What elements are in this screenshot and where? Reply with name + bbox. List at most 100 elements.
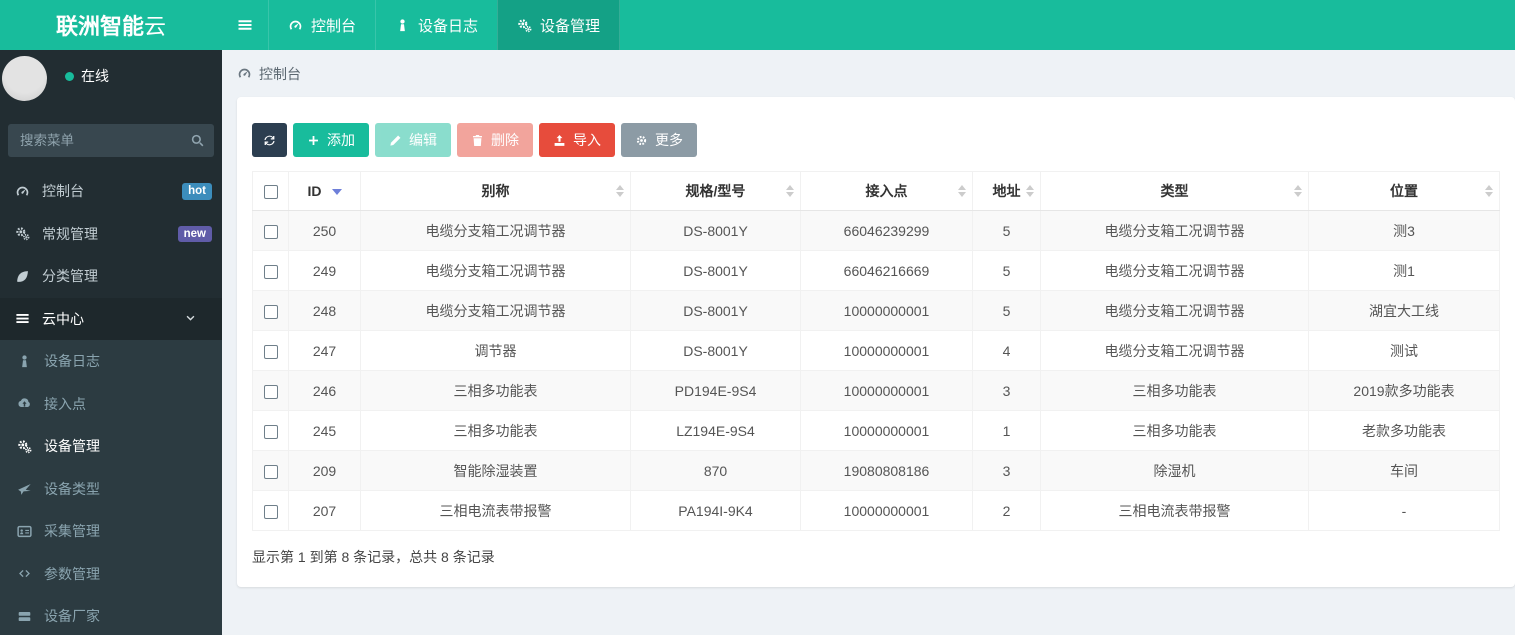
sidebar: 在线 控制台hot常规管理new分类管理云中心设备日志接入点设备管理设备类型采集… [0, 50, 222, 635]
sidebar-item-general-management[interactable]: 常规管理new [0, 213, 222, 256]
column-header-select[interactable] [253, 172, 289, 211]
plus-icon [307, 134, 320, 147]
pencil-icon [389, 134, 402, 147]
breadcrumb-label[interactable]: 控制台 [259, 64, 301, 84]
more-button[interactable]: 更多 [621, 123, 697, 157]
table-row[interactable]: 248电缆分支箱工况调节器DS-8001Y100000000015电缆分支箱工况… [253, 291, 1500, 331]
cell-id: 209 [289, 451, 361, 491]
cell-model: DS-8001Y [631, 251, 801, 291]
sidebar-item-category-management[interactable]: 分类管理 [0, 255, 222, 298]
table-row[interactable]: 249电缆分支箱工况调节器DS-8001Y660462166695电缆分支箱工况… [253, 251, 1500, 291]
row-checkbox[interactable] [264, 425, 278, 439]
sidebar-item-device-management[interactable]: 设备管理 [0, 425, 222, 468]
sidebar-menu: 控制台hot常规管理new分类管理云中心设备日志接入点设备管理设备类型采集管理参… [0, 170, 222, 635]
row-checkbox[interactable] [264, 305, 278, 319]
add-button-label: 添加 [327, 130, 355, 150]
topnav-item-label: 设备管理 [540, 15, 600, 36]
column-header-alias[interactable]: 别称 [361, 172, 631, 211]
sidebar-item-dashboard[interactable]: 控制台hot [0, 170, 222, 213]
upload-icon [553, 134, 566, 147]
cell-access-point: 10000000001 [801, 491, 973, 531]
refresh-button[interactable] [252, 123, 287, 157]
sidebar-item-label: 设备厂家 [44, 606, 100, 626]
table-row[interactable]: 246三相多功能表PD194E-9S4100000000013三相多功能表201… [253, 371, 1500, 411]
table-row[interactable]: 209智能除湿装置870190808081863除湿机车间 [253, 451, 1500, 491]
row-checkbox[interactable] [264, 265, 278, 279]
topnav-item-device-log[interactable]: 设备日志 [375, 0, 497, 50]
sidebar-item-device-type[interactable]: 设备类型 [0, 468, 222, 511]
sort-icon [1485, 185, 1493, 197]
import-button[interactable]: 导入 [539, 123, 615, 157]
cell-select [253, 291, 289, 331]
cell-location: 测试 [1309, 331, 1500, 371]
column-header-label: 规格/型号 [686, 183, 746, 199]
cell-type: 除湿机 [1041, 451, 1309, 491]
server-icon [14, 609, 35, 624]
add-button[interactable]: 添加 [293, 123, 369, 157]
select-all-checkbox[interactable] [264, 185, 278, 199]
cell-alias: 调节器 [361, 331, 631, 371]
cell-access-point: 10000000001 [801, 331, 973, 371]
column-header-type[interactable]: 类型 [1041, 172, 1309, 211]
column-header-label: 别称 [482, 183, 510, 199]
cell-type: 电缆分支箱工况调节器 [1041, 251, 1309, 291]
row-checkbox[interactable] [264, 385, 278, 399]
search-input[interactable] [8, 124, 214, 157]
person-icon [395, 18, 410, 33]
cell-type: 三相多功能表 [1041, 371, 1309, 411]
row-checkbox[interactable] [264, 225, 278, 239]
leaf-icon [12, 269, 33, 284]
sidebar-item-cloud-center[interactable]: 云中心 [0, 298, 222, 341]
sidebar-item-parameter-management[interactable]: 参数管理 [0, 553, 222, 596]
column-header-access-point[interactable]: 接入点 [801, 172, 973, 211]
cell-address: 1 [973, 411, 1041, 451]
cell-address: 2 [973, 491, 1041, 531]
cell-select [253, 491, 289, 531]
cell-location: 老款多功能表 [1309, 411, 1500, 451]
avatar [2, 56, 47, 101]
gauge-icon [288, 18, 303, 33]
cell-access-point: 10000000001 [801, 371, 973, 411]
row-checkbox[interactable] [264, 465, 278, 479]
cell-alias: 智能除湿装置 [361, 451, 631, 491]
code-icon [14, 566, 35, 581]
cell-location: 湖宜大工线 [1309, 291, 1500, 331]
sidebar-item-label: 常规管理 [42, 224, 98, 244]
cell-model: DS-8001Y [631, 331, 801, 371]
cell-type: 电缆分支箱工况调节器 [1041, 331, 1309, 371]
table-row[interactable]: 245三相多功能表LZ194E-9S4100000000011三相多功能表老款多… [253, 411, 1500, 451]
cell-access-point: 19080808186 [801, 451, 973, 491]
row-checkbox[interactable] [264, 505, 278, 519]
column-header-address[interactable]: 地址 [973, 172, 1041, 211]
column-header-model[interactable]: 规格/型号 [631, 172, 801, 211]
table-row[interactable]: 250电缆分支箱工况调节器DS-8001Y660462392995电缆分支箱工况… [253, 211, 1500, 251]
sidebar-item-device-log[interactable]: 设备日志 [0, 340, 222, 383]
column-header-location[interactable]: 位置 [1309, 172, 1500, 211]
sidebar-toggle-button[interactable] [222, 0, 268, 50]
device-table: ID 别称 规格/型号 接入点地址类型位置 250电缆分支箱工况调节器DS-8001Y… [252, 171, 1500, 531]
sidebar-item-label: 设备日志 [44, 351, 100, 371]
submenu-cloud-center: 设备日志接入点设备管理设备类型采集管理参数管理设备厂家 [0, 340, 222, 635]
records-summary: 显示第 1 到第 8 条记录，总共 8 条记录 [252, 547, 1500, 567]
topnav-item-device-management[interactable]: 设备管理 [497, 0, 620, 50]
topnav-item-dashboard[interactable]: 控制台 [268, 0, 375, 50]
sidebar-item-access-point[interactable]: 接入点 [0, 383, 222, 426]
cell-alias: 电缆分支箱工况调节器 [361, 211, 631, 251]
sidebar-item-device-vendor[interactable]: 设备厂家 [0, 595, 222, 635]
column-header-id[interactable]: ID [289, 172, 361, 211]
bars-icon [237, 17, 253, 33]
more-button-label: 更多 [655, 130, 683, 150]
topnav-item-label: 设备日志 [418, 15, 478, 36]
sidebar-item-label: 采集管理 [44, 521, 100, 541]
cell-model: 870 [631, 451, 801, 491]
chevron-down-icon [180, 312, 201, 325]
cell-model: PD194E-9S4 [631, 371, 801, 411]
column-header-label: ID [308, 183, 322, 199]
row-checkbox[interactable] [264, 345, 278, 359]
delete-button[interactable]: 删除 [457, 123, 533, 157]
table-row[interactable]: 207三相电流表带报警PA194I-9K4100000000012三相电流表带报… [253, 491, 1500, 531]
edit-button[interactable]: 编辑 [375, 123, 451, 157]
sidebar-item-collection-management[interactable]: 采集管理 [0, 510, 222, 553]
brand-logo[interactable]: 联洲智能云 [0, 0, 222, 50]
table-row[interactable]: 247调节器DS-8001Y100000000014电缆分支箱工况调节器测试 [253, 331, 1500, 371]
